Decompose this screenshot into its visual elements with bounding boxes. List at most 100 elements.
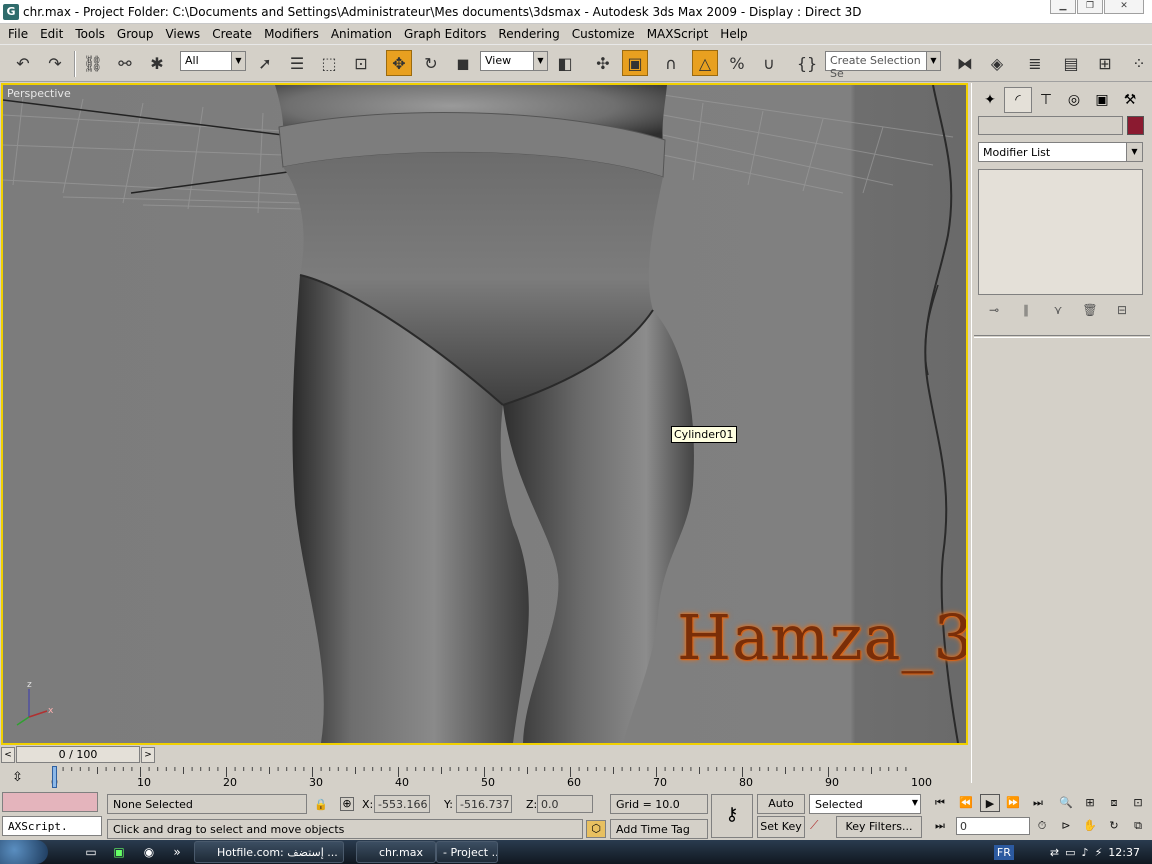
play-icon[interactable]: ▶ (980, 794, 1000, 812)
menu-animation[interactable]: Animation (325, 27, 398, 41)
motion-tab-icon[interactable]: ◎ (1060, 87, 1088, 113)
spinner-snap-toggle-icon[interactable]: ∪ (756, 50, 782, 76)
default-in-out-tangents-icon[interactable]: ⟋ (810, 818, 832, 838)
selection-filter-dropdown[interactable]: All ▼ (180, 51, 246, 71)
start-button[interactable] (0, 840, 48, 864)
select-and-link-icon[interactable]: ⛓ (80, 50, 106, 76)
previous-frame-icon[interactable]: ⏪ (956, 794, 976, 812)
orbit-icon[interactable]: ↻ (1104, 817, 1124, 835)
select-and-scale-icon[interactable]: ◼ (450, 50, 476, 76)
modify-tab-icon[interactable]: ◜ (1004, 87, 1032, 113)
field-of-view-icon[interactable]: ⊳ (1056, 817, 1076, 835)
percent-snap-toggle-icon[interactable]: % (724, 50, 750, 76)
zoom-extents-all-icon[interactable]: ⊡ (1128, 794, 1148, 812)
hierarchy-tab-icon[interactable]: ⊤ (1032, 87, 1060, 113)
quicklaunch-app-icon[interactable]: ▣ (110, 843, 128, 861)
display-tab-icon[interactable]: ▣ (1088, 87, 1116, 113)
menu-tools[interactable]: Tools (69, 27, 111, 41)
menu-customize[interactable]: Customize (566, 27, 641, 41)
select-and-manipulate-icon[interactable]: ✣ (590, 50, 616, 76)
menu-graph-editors[interactable]: Graph Editors (398, 27, 492, 41)
make-unique-icon[interactable]: ⋎ (1046, 303, 1070, 323)
menu-help[interactable]: Help (714, 27, 753, 41)
rectangular-selection-icon[interactable]: ⬚ (316, 50, 342, 76)
perspective-viewport[interactable]: z x Perspective Cylinder01 Hamza_3D (1, 83, 968, 745)
y-coord-field[interactable]: -516.737 (456, 795, 512, 813)
show-end-result-icon[interactable]: ∥ (1014, 303, 1038, 323)
taskbar-item-project[interactable]: - Project ... (436, 841, 498, 863)
maximize-viewport-icon[interactable]: ⧉ (1128, 817, 1148, 835)
zoom-icon[interactable]: 🔍 (1056, 794, 1076, 812)
menu-group[interactable]: Group (111, 27, 160, 41)
modifier-list-dropdown[interactable]: Modifier List ▼ (978, 142, 1143, 162)
monitor-icon[interactable]: ▭ (1065, 846, 1075, 859)
unlink-selection-icon[interactable]: ⚯ (112, 50, 138, 76)
menu-rendering[interactable]: Rendering (492, 27, 565, 41)
add-time-tag[interactable]: Add Time Tag (610, 819, 708, 839)
chrome-icon[interactable]: ◉ (140, 843, 158, 861)
redo-icon[interactable]: ↷ (42, 50, 68, 76)
utilities-tab-icon[interactable]: ⚒ (1116, 87, 1144, 113)
pan-view-icon[interactable]: ✋ (1080, 817, 1100, 835)
3dsmax-app-icon[interactable]: G (3, 4, 19, 20)
create-tab-icon[interactable]: ✦ (976, 87, 1004, 113)
taskbar-item-browser[interactable]: Hotfile.com: إستضف ... (194, 841, 344, 863)
material-editor-icon[interactable]: ⁘ (1126, 50, 1152, 76)
modifier-stack[interactable] (978, 169, 1143, 295)
curve-editor-mini-icon[interactable]: ⇳ (12, 770, 23, 785)
quicklaunch-overflow-icon[interactable]: » (168, 843, 186, 861)
current-frame-marker[interactable] (52, 766, 57, 788)
bind-to-space-warp-icon[interactable]: ✱ (144, 50, 170, 76)
menu-views[interactable]: Views (159, 27, 206, 41)
edit-named-selection-icon[interactable]: {} (794, 50, 820, 76)
set-key-icon[interactable]: ⚷ (711, 794, 753, 838)
snaps-toggle-icon[interactable]: ∩ (658, 50, 684, 76)
current-frame-field[interactable]: 0 (956, 817, 1030, 835)
go-to-end-icon[interactable]: ⏭ (1028, 794, 1048, 812)
curve-editor-icon[interactable]: ▤ (1058, 50, 1084, 76)
taskbar-item-3dsmax[interactable]: chr.max (356, 841, 436, 863)
select-by-name-icon[interactable]: ☰ (284, 50, 310, 76)
align-icon[interactable]: ◈ (984, 50, 1010, 76)
pivot-center-icon[interactable]: ◧ (552, 50, 578, 76)
key-filters-button[interactable]: Key Filters... (836, 816, 922, 838)
maxscript-mini-listener[interactable]: AXScript. (2, 816, 102, 836)
x-coord-field[interactable]: -553.166 (374, 795, 430, 813)
keyboard-shortcut-override-icon[interactable]: ▣ (622, 50, 648, 76)
layer-manager-icon[interactable]: ≣ (1022, 50, 1048, 76)
key-mode-toggle-icon[interactable]: ⏭ (930, 817, 950, 835)
menu-edit[interactable]: Edit (34, 27, 69, 41)
time-slider-next-button[interactable]: > (141, 747, 155, 763)
power-icon[interactable]: ⚡ (1095, 846, 1103, 859)
set-key-button[interactable]: Set Key (757, 816, 805, 838)
lock-selection-icon[interactable]: 🔒 (314, 798, 328, 811)
menu-modifiers[interactable]: Modifiers (258, 27, 325, 41)
mirror-icon[interactable]: ⧓ (952, 50, 978, 76)
time-tag-icon[interactable]: ⬡ (586, 820, 606, 838)
time-slider-thumb[interactable]: 0 / 100 (16, 746, 140, 763)
time-slider-prev-button[interactable]: < (1, 747, 15, 763)
volume-icon[interactable]: ♪ (1082, 846, 1089, 859)
menu-file[interactable]: File (2, 27, 34, 41)
select-object-icon[interactable]: ➚ (252, 50, 278, 76)
close-button[interactable]: ✕ (1104, 0, 1144, 14)
maxscript-listener-mini[interactable] (2, 792, 98, 812)
select-and-move-icon[interactable]: ✥ (386, 50, 412, 76)
zoom-all-icon[interactable]: ⊞ (1080, 794, 1100, 812)
show-desktop-icon[interactable]: ▭ (82, 843, 100, 861)
network-icon[interactable]: ⇄ (1050, 846, 1059, 859)
angle-snap-toggle-icon[interactable]: △ (692, 50, 718, 76)
time-configuration-icon[interactable]: ⏱ (1032, 817, 1052, 835)
remove-modifier-icon[interactable]: 🗑 (1078, 303, 1102, 323)
viewport-label[interactable]: Perspective (7, 87, 71, 100)
minimize-button[interactable]: ▁ (1050, 0, 1076, 14)
go-to-start-icon[interactable]: ⏮ (930, 794, 950, 812)
object-name-field[interactable] (978, 116, 1123, 135)
schematic-view-icon[interactable]: ⊞ (1092, 50, 1118, 76)
reference-coord-system-dropdown[interactable]: View ▼ (480, 51, 548, 71)
pin-stack-icon[interactable]: ⊸ (982, 303, 1006, 323)
restore-button[interactable]: ❐ (1077, 0, 1103, 14)
undo-icon[interactable]: ↶ (10, 50, 36, 76)
next-frame-icon[interactable]: ⏩ (1003, 794, 1023, 812)
key-mode-dropdown[interactable]: Selected ▼ (809, 794, 921, 814)
